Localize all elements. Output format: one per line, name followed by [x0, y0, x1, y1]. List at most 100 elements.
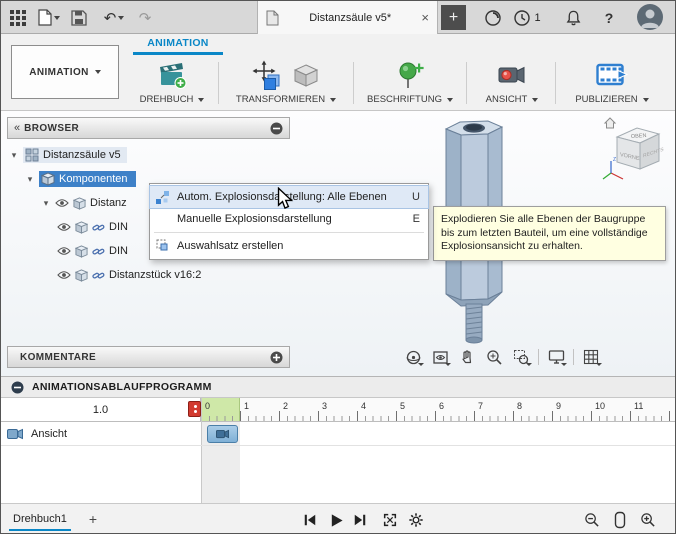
- ribbon: ANIMATION ANIMATION DREHBU: [1, 34, 675, 111]
- redo-icon: ↷: [139, 9, 152, 27]
- eye-icon[interactable]: [57, 246, 71, 256]
- expander-icon[interactable]: ▾: [9, 150, 19, 161]
- menu-item-selection-set[interactable]: Auswahlsatz erstellen: [150, 235, 428, 257]
- tick-label: 3: [322, 401, 327, 411]
- play-button[interactable]: [325, 509, 347, 531]
- timeline-zoom-in-button[interactable]: [637, 509, 659, 531]
- caret-down-icon: [118, 16, 124, 20]
- components-folder-icon: [41, 172, 55, 186]
- timeline-header[interactable]: ANIMATIONSABLAUFPROGRAMM: [1, 377, 676, 398]
- collapse-panel-icon[interactable]: «: [14, 122, 18, 134]
- minus-circle-icon[interactable]: [270, 122, 283, 135]
- timeline-settings-button[interactable]: [405, 509, 427, 531]
- link-icon: [92, 270, 105, 281]
- camera-keyframe-icon: [216, 429, 229, 439]
- close-tab-icon[interactable]: ×: [421, 10, 429, 25]
- view-cube[interactable]: OBEN VORNE RECHTS Z: [601, 113, 673, 185]
- caret-down-icon: [418, 363, 424, 366]
- redo-button[interactable]: ↷: [133, 5, 157, 30]
- viewcube-home-icon[interactable]: [605, 118, 615, 128]
- timeline-ruler[interactable]: 1.0 0 1 2 3 4 5 6 7 8 9 10 11: [1, 398, 676, 422]
- hand-pan-icon: [459, 349, 475, 366]
- tick-label: 0: [205, 401, 210, 411]
- bell-button[interactable]: [561, 5, 585, 30]
- restore-position-button[interactable]: [292, 61, 320, 89]
- notification-count: 1: [534, 12, 540, 24]
- tree-row-din1[interactable]: DIN: [57, 217, 128, 237]
- fit-timeline-button[interactable]: [379, 509, 401, 531]
- zoom-out-icon: [584, 512, 600, 528]
- tree-row-din2[interactable]: DIN: [57, 241, 128, 261]
- help-button[interactable]: ?: [597, 5, 621, 30]
- avatar[interactable]: [637, 4, 663, 30]
- eye-icon[interactable]: [57, 222, 71, 232]
- timeline-zoom-slider[interactable]: [609, 509, 631, 531]
- clapperboard-icon: [157, 60, 187, 90]
- new-tab-button[interactable]: +: [441, 5, 466, 30]
- app-grid-menu-button[interactable]: [5, 5, 31, 30]
- person-icon: [637, 4, 663, 30]
- skip-start-icon: [302, 513, 318, 527]
- assembly-icon: [25, 148, 39, 162]
- zoom-window-button[interactable]: [509, 346, 533, 368]
- tree-label-din1: DIN: [109, 221, 128, 233]
- plus-circle-icon[interactable]: [270, 351, 283, 364]
- tab-animation[interactable]: ANIMATION: [133, 34, 223, 55]
- film-strip-icon: [596, 61, 628, 89]
- expander-icon[interactable]: ▾: [25, 174, 35, 185]
- video-camera-icon: [497, 62, 527, 88]
- play-icon: [329, 513, 344, 528]
- orbit-button[interactable]: [401, 346, 425, 368]
- storyboard-button[interactable]: [157, 60, 187, 90]
- job-status-button[interactable]: [481, 5, 505, 30]
- eye-icon[interactable]: [55, 198, 69, 208]
- zoom-in-icon: [486, 349, 503, 366]
- display-settings-button[interactable]: [544, 346, 568, 368]
- caret-down-icon: [596, 363, 602, 366]
- look-at-button[interactable]: [428, 346, 452, 368]
- keyframe-view-action[interactable]: [207, 425, 238, 443]
- group-label-publizieren[interactable]: PUBLIZIEREN: [575, 94, 648, 105]
- timeline-zoom-out-button[interactable]: [581, 509, 603, 531]
- pan-button[interactable]: [455, 346, 479, 368]
- add-storyboard-button[interactable]: +: [83, 509, 103, 529]
- group-label-transformieren[interactable]: TRANSFORMIEREN: [236, 94, 336, 105]
- track-row-ansicht[interactable]: Ansicht: [1, 422, 676, 446]
- view-camera-button[interactable]: [497, 62, 527, 88]
- caret-down-icon: [445, 363, 451, 366]
- go-to-end-button[interactable]: [349, 509, 371, 531]
- document-tab[interactable]: Distanzsäule v5* ×: [257, 1, 438, 34]
- menu-item-manual-explode[interactable]: Manuelle Explosionsdarstellung E: [150, 208, 428, 230]
- storyboard-tab[interactable]: Drehbuch1: [9, 509, 71, 531]
- transform-components-button[interactable]: [252, 60, 282, 90]
- expander-icon[interactable]: ▾: [41, 198, 51, 209]
- tree-row-root[interactable]: ▾ Distanzsäule v5: [9, 145, 127, 165]
- group-label-beschriftung[interactable]: BESCHRIFTUNG: [367, 94, 453, 105]
- zoom-button[interactable]: [482, 346, 506, 368]
- workspace-selector-button[interactable]: ANIMATION: [11, 45, 119, 99]
- notifications-clock-button[interactable]: 1: [509, 5, 545, 30]
- save-button[interactable]: [67, 5, 91, 30]
- publish-video-button[interactable]: [596, 61, 628, 89]
- browser-header[interactable]: « BROWSER: [7, 117, 290, 139]
- tree-row-distanzstueck[interactable]: Distanzstück v16:2: [57, 265, 201, 285]
- zoom-slider-icon: [613, 511, 627, 529]
- grid-settings-button[interactable]: [579, 346, 603, 368]
- tooltip: Explodieren Sie alle Ebenen der Baugrupp…: [433, 206, 666, 261]
- group-label-drehbuch[interactable]: DREHBUCH: [140, 94, 205, 105]
- playhead-scrubber[interactable]: [188, 401, 201, 417]
- file-menu-button[interactable]: [35, 5, 63, 30]
- tree-row-komponenten[interactable]: ▾ Komponenten: [25, 169, 136, 189]
- component-box-icon: [292, 61, 320, 89]
- tree-row-distanz[interactable]: ▾ Distanz: [41, 193, 127, 213]
- bell-icon: [565, 9, 582, 27]
- timeline-track-divider: [201, 398, 202, 503]
- go-to-start-button[interactable]: [299, 509, 321, 531]
- group-label-ansicht[interactable]: ANSICHT: [486, 94, 539, 105]
- undo-button[interactable]: ↶: [99, 5, 129, 30]
- callout-button[interactable]: [395, 60, 425, 90]
- comments-header[interactable]: KOMMENTARE: [7, 346, 290, 368]
- group-separator: [466, 62, 467, 104]
- eye-icon[interactable]: [57, 270, 71, 280]
- minus-circle-icon[interactable]: [11, 381, 24, 394]
